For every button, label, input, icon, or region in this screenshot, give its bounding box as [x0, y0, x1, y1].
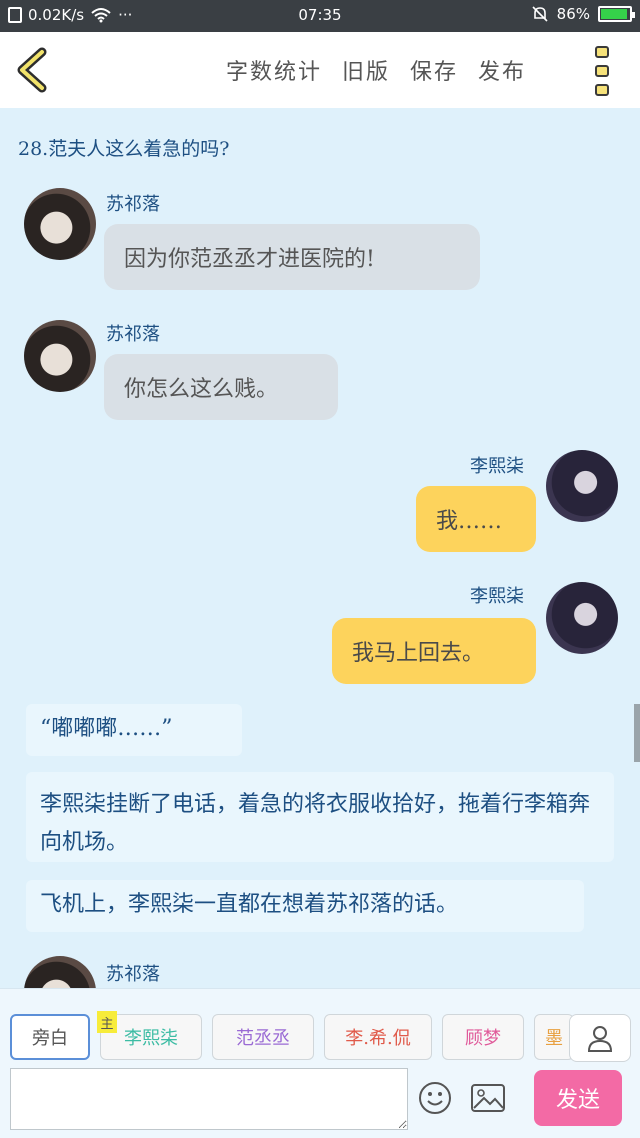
main-character-badge: 主 [97, 1011, 117, 1033]
character-chip[interactable]: 主 李熙柒 [97, 1011, 202, 1060]
save-button[interactable]: 保存 [410, 54, 458, 86]
status-right: 86% [531, 5, 635, 23]
message-bubble[interactable]: 我马上回去。 [332, 618, 536, 684]
back-button[interactable] [12, 46, 56, 94]
message-bubble[interactable]: 我…… [416, 486, 536, 552]
character-chip-label: 李熙柒 [124, 1028, 178, 1049]
character-selector: 旁白 主 李熙柒 范丞丞 李.希.侃 顾梦 墨 [10, 1011, 574, 1060]
avatar[interactable] [546, 582, 618, 654]
sender-name: 李熙柒 [470, 586, 524, 607]
chat-area[interactable]: 28.范夫人这么着急的吗? 苏祁落 因为你范丞丞才进医院的! 苏祁落 你怎么这么… [0, 108, 640, 988]
narrator-chip[interactable]: 旁白 [10, 1014, 90, 1060]
chapter-title: 28.范夫人这么着急的吗? [18, 138, 230, 160]
chevron-left-icon [17, 47, 47, 93]
word-count-button[interactable]: 字数统计 [226, 54, 322, 86]
sender-name: 苏祁落 [106, 324, 160, 345]
character-chip[interactable]: 顾梦 [442, 1014, 524, 1060]
sender-name: 李熙柒 [470, 456, 524, 477]
menu-dot [595, 84, 609, 96]
avatar[interactable] [24, 956, 96, 988]
message-bubble[interactable]: 你怎么这么贱。 [104, 354, 338, 420]
character-chip[interactable]: 李.希.侃 [324, 1014, 432, 1060]
person-icon [587, 1026, 613, 1052]
send-button[interactable]: 发送 [534, 1070, 622, 1126]
battery-percent: 86% [556, 5, 590, 23]
battery-icon [598, 6, 635, 22]
message-bubble[interactable]: 因为你范丞丞才进医院的! [104, 224, 480, 290]
avatar[interactable] [24, 188, 96, 260]
profile-button[interactable] [569, 1014, 631, 1062]
image-icon[interactable] [470, 1083, 506, 1113]
sender-name: 苏祁落 [106, 964, 160, 985]
status-bar: 0.02K/s ··· 07:35 86% [0, 0, 640, 32]
top-nav: 字数统计 旧版 保存 发布 [0, 32, 640, 108]
emoji-icon[interactable] [418, 1081, 452, 1115]
character-chip[interactable]: 范丞丞 [212, 1014, 314, 1060]
narration-block[interactable]: “嘟嘟嘟……” [26, 704, 242, 756]
composer: 旁白 主 李熙柒 范丞丞 李.希.侃 顾梦 墨 发送 [0, 988, 640, 1138]
sender-name: 苏祁落 [106, 194, 160, 215]
narration-block[interactable]: 李熙柒挂断了电话，着急的将衣服收拾好，拖着行李箱奔向机场。 [26, 772, 614, 862]
narration-block[interactable]: 飞机上，李熙柒一直都在想着苏祁落的话。 [26, 880, 584, 932]
menu-dot [595, 46, 609, 58]
avatar[interactable] [546, 450, 618, 522]
battery-fill [601, 9, 627, 19]
mute-bell-icon [532, 6, 548, 22]
more-menu-button[interactable] [595, 46, 615, 96]
avatar[interactable] [24, 320, 96, 392]
toolbar-actions: 字数统计 旧版 保存 发布 [226, 54, 526, 86]
message-input[interactable] [10, 1068, 408, 1130]
character-chip[interactable]: 墨 [534, 1014, 574, 1060]
old-version-button[interactable]: 旧版 [342, 54, 390, 86]
scrollbar[interactable] [634, 704, 640, 762]
publish-button[interactable]: 发布 [478, 54, 526, 86]
menu-dot [595, 65, 609, 77]
